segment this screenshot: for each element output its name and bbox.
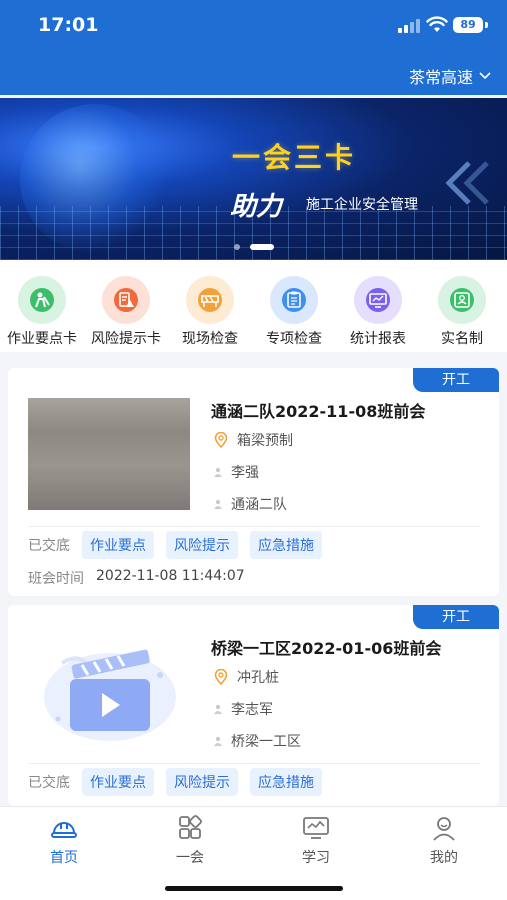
app-header: 17:01 89 茶常高速: [0, 0, 507, 95]
chip-risk-warning[interactable]: 风险提示: [166, 531, 238, 559]
banner-title: 一会三卡: [232, 141, 357, 174]
tab-label: 首页: [50, 850, 78, 866]
home-helmet-icon: [51, 822, 77, 838]
team-icon: [214, 736, 222, 746]
menu-item-risk-card[interactable]: 风险提示卡: [84, 276, 168, 348]
person-icon: [214, 704, 222, 714]
menu-item-real-name[interactable]: 实名制: [420, 276, 504, 348]
status-tag: 开工: [413, 368, 499, 392]
home-indicator[interactable]: [165, 886, 343, 891]
meeting-title: 桥梁一工区2022-01-06班前会: [211, 639, 442, 658]
status-time: 17:01: [38, 14, 99, 36]
risk-warning-icon: [102, 276, 150, 324]
team-row: 桥梁一工区: [213, 731, 301, 751]
id-card-icon: [438, 276, 486, 324]
team-row: 通涵二队: [213, 494, 287, 514]
team-name: 通涵二队: [231, 497, 287, 513]
menu-label: 作业要点卡: [7, 331, 77, 347]
chip-emergency-measures[interactable]: 应急措施: [250, 768, 322, 796]
location-row: 箱梁预制: [213, 430, 293, 450]
chip-task-points[interactable]: 作业要点: [82, 768, 154, 796]
meeting-title: 通涵二队2022-11-08班前会: [211, 402, 426, 421]
chip-emergency-measures[interactable]: 应急措施: [250, 531, 322, 559]
tab-learning[interactable]: 学习: [276, 815, 356, 867]
cellular-signal-icon: [398, 19, 420, 33]
tab-label: 一会: [176, 850, 204, 866]
chip-risk-warning[interactable]: 风险提示: [166, 768, 238, 796]
learning-monitor-icon: [303, 817, 329, 839]
banner-subtitle: 施工企业安全管理: [306, 197, 418, 213]
meeting-time-row: 班会时间 2022-11-08 11:44:07: [28, 568, 245, 588]
grid-apps-icon: [179, 815, 202, 839]
tab-home[interactable]: 首页: [24, 815, 104, 867]
menu-label: 专项检查: [266, 331, 322, 347]
worker-icon: [18, 276, 66, 324]
status-tag: 开工: [413, 605, 499, 629]
tab-meeting[interactable]: 一会: [150, 815, 230, 867]
menu-item-special-inspection[interactable]: 专项检查: [252, 276, 336, 348]
site-barrier-icon: [186, 276, 234, 324]
handover-label: 已交底: [28, 775, 70, 791]
team-name: 桥梁一工区: [231, 734, 301, 750]
chevron-arrows-graphic: [445, 161, 489, 205]
person-name: 李志军: [231, 702, 273, 718]
monitor-chart-icon: [354, 276, 402, 324]
meeting-time-value: 2022-11-08 11:44:07: [96, 568, 245, 584]
meeting-photo[interactable]: [28, 398, 190, 510]
quick-menu: 作业要点卡 风险提示卡 现场检查 专项检查 统计报表 实名制: [0, 260, 507, 352]
divider: [28, 526, 480, 527]
menu-item-statistics[interactable]: 统计报表: [336, 276, 420, 348]
battery-icon: 89: [453, 17, 483, 33]
battery-tip: [485, 22, 488, 28]
video-placeholder-icon[interactable]: [28, 635, 190, 747]
menu-item-task-card[interactable]: 作业要点卡: [0, 276, 84, 348]
chevron-down-icon: [479, 72, 491, 80]
person-name: 李强: [231, 465, 259, 481]
banner-pagination: [234, 244, 276, 252]
promo-banner[interactable]: 一会三卡 助力 施工企业安全管理: [0, 98, 507, 260]
person-icon: [214, 467, 222, 477]
user-icon: [433, 817, 455, 841]
pagination-dot-active[interactable]: [250, 244, 274, 250]
tab-profile[interactable]: 我的: [404, 815, 484, 867]
chip-task-points[interactable]: 作业要点: [82, 531, 154, 559]
handover-label: 已交底: [28, 538, 70, 554]
handover-row: 已交底 作业要点 风险提示 应急措施: [28, 768, 322, 796]
menu-label: 风险提示卡: [91, 331, 161, 347]
location-text: 冲孔桩: [237, 670, 279, 686]
handover-row: 已交底 作业要点 风险提示 应急措施: [28, 531, 322, 559]
meeting-card[interactable]: 开工 桥梁一工区2022-01-06班前会 冲孔桩 李志军 桥梁一工区 已交底 …: [8, 605, 499, 806]
tab-label: 我的: [430, 850, 458, 866]
person-row: 李强: [213, 462, 259, 482]
person-row: 李志军: [213, 699, 273, 719]
menu-label: 实名制: [441, 331, 483, 347]
pagination-dot[interactable]: [234, 244, 240, 250]
wifi-icon: [426, 16, 448, 32]
divider: [28, 763, 480, 764]
meeting-card[interactable]: 开工 通涵二队2022-11-08班前会 箱梁预制 李强 通涵二队 已交底 作业…: [8, 368, 499, 596]
project-selector[interactable]: 茶常高速: [409, 64, 491, 88]
menu-item-site-inspection[interactable]: 现场检查: [168, 276, 252, 348]
location-text: 箱梁预制: [237, 433, 293, 449]
clipboard-icon: [270, 276, 318, 324]
project-name: 茶常高速: [408, 68, 473, 87]
location-pin-icon: [214, 432, 228, 448]
menu-label: 现场检查: [182, 331, 238, 347]
location-row: 冲孔桩: [213, 667, 279, 687]
menu-label: 统计报表: [350, 331, 406, 347]
location-pin-icon: [214, 669, 228, 685]
banner-subtitle-strong: 助力: [230, 192, 283, 222]
tab-label: 学习: [302, 850, 330, 866]
meeting-time-label: 班会时间: [28, 571, 84, 587]
team-icon: [214, 499, 222, 509]
status-bar: 17:01 89: [0, 0, 507, 50]
